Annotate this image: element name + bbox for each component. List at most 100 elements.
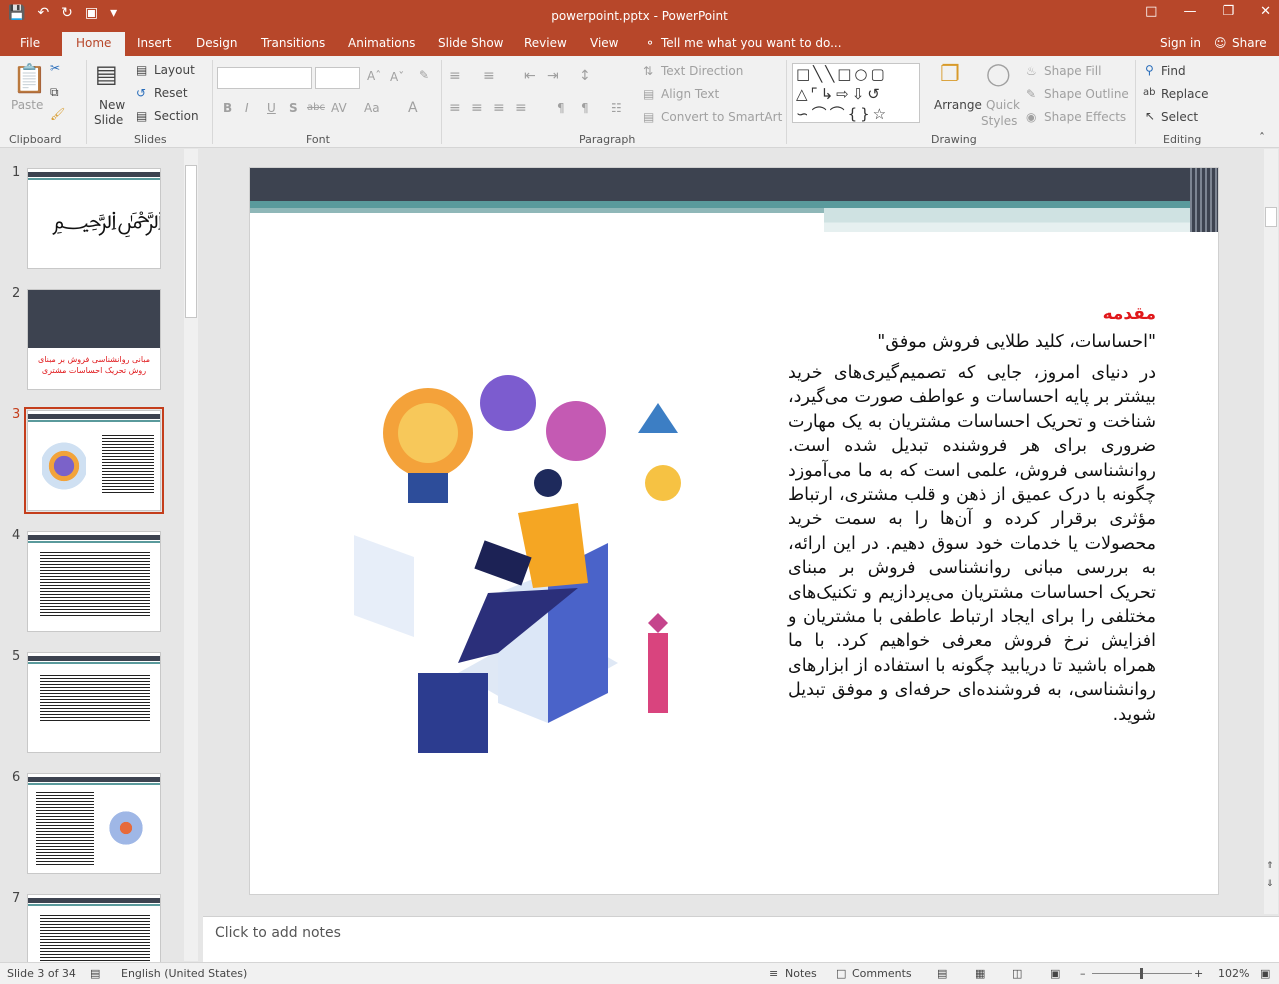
columns-icon[interactable]: ☷	[611, 101, 622, 115]
underline-button[interactable]: U	[267, 101, 276, 115]
tab-file[interactable]: File	[20, 36, 40, 50]
shape-fill-button[interactable]: Shape Fill	[1044, 64, 1101, 78]
slide-body-text[interactable]: در دنیای امروز، جایی که تصمیم‌گیری‌های خ…	[788, 361, 1156, 727]
format-painter-icon[interactable]: 🖌	[50, 107, 65, 121]
numbering-icon[interactable]: ≡	[483, 68, 495, 84]
clear-formatting-icon[interactable]: ✎	[419, 68, 429, 82]
comments-button[interactable]: Comments	[852, 967, 912, 980]
zoom-level[interactable]: 102%	[1218, 967, 1249, 980]
tab-animations[interactable]: Animations	[348, 36, 415, 50]
slide-thumbnail-1[interactable]: ﷽	[27, 168, 161, 269]
scroll-thumb[interactable]	[1265, 207, 1277, 227]
align-text-button[interactable]: Align Text	[661, 87, 719, 101]
notes-pane[interactable]: Click to add notes	[203, 916, 1279, 962]
align-left-icon[interactable]: ≡	[449, 100, 461, 116]
cut-icon[interactable]: ✂	[50, 61, 60, 75]
character-spacing-button[interactable]: AV	[331, 101, 347, 115]
quick-styles-dropdown[interactable]: Styles	[981, 114, 1017, 128]
slide-thumbnail-6[interactable]	[27, 773, 161, 874]
slide-sorter-icon[interactable]: ▦	[975, 967, 985, 980]
close-button[interactable]: ✕	[1260, 4, 1271, 19]
slide-scrollbar[interactable]: ⇑ ⇓	[1264, 149, 1278, 914]
zoom-out-button[interactable]: –	[1080, 967, 1086, 980]
shapes-gallery[interactable]: □╲╲□○▢ △⌜↳⇨⇩↺ ∽⌒⌒{}☆	[792, 63, 920, 123]
quick-styles-button[interactable]: Quick	[986, 98, 1020, 112]
sign-in-link[interactable]: Sign in	[1160, 36, 1201, 50]
select-button[interactable]: Select	[1161, 110, 1198, 124]
tab-review[interactable]: Review	[524, 36, 567, 50]
slideshow-icon[interactable]: ▣	[1050, 967, 1060, 980]
shape-outline-button[interactable]: Shape Outline	[1044, 87, 1129, 101]
convert-smartart-button[interactable]: Convert to SmartArt	[661, 110, 782, 124]
grow-font-icon[interactable]: Aˆ	[367, 69, 381, 83]
slide-thumbnail-3[interactable]	[24, 407, 164, 514]
ltr-icon[interactable]: ¶	[557, 101, 565, 115]
ribbon-display-icon[interactable]: □	[1145, 4, 1157, 19]
next-slide-icon[interactable]: ⇓	[1266, 879, 1274, 889]
slide-3[interactable]: مقدمه "احساسات، کلید طلایی فروش موفق" در…	[249, 167, 1219, 895]
section-button[interactable]: Section	[154, 109, 199, 123]
reading-view-icon[interactable]: ◫	[1012, 967, 1022, 980]
shape-effects-button[interactable]: Shape Effects	[1044, 110, 1126, 124]
reset-button[interactable]: Reset	[154, 86, 188, 100]
normal-view-icon[interactable]: ▤	[937, 967, 947, 980]
tab-slide-show[interactable]: Slide Show	[438, 36, 503, 50]
align-right-icon[interactable]: ≡	[493, 100, 505, 116]
slide-thumbnail-4[interactable]	[27, 531, 161, 632]
tab-home[interactable]: Home	[62, 32, 126, 56]
spellcheck-icon[interactable]: ▤	[90, 967, 100, 980]
font-color-button[interactable]: A	[408, 100, 418, 116]
layout-button[interactable]: Layout	[154, 63, 195, 77]
fit-to-window-icon[interactable]: ▣	[1260, 967, 1270, 980]
new-slide-button[interactable]: New	[99, 98, 125, 112]
zoom-in-button[interactable]: +	[1194, 967, 1203, 980]
paste-button[interactable]: Paste	[11, 98, 43, 112]
font-size-input[interactable]	[315, 67, 360, 89]
italic-button[interactable]: I	[245, 101, 249, 115]
notes-placeholder[interactable]: Click to add notes	[215, 925, 341, 941]
decrease-indent-icon[interactable]: ⇤	[524, 68, 536, 84]
share-button[interactable]: Share	[1232, 36, 1267, 50]
bullets-icon[interactable]: ≡	[449, 68, 461, 84]
slide-thumbnail-7[interactable]	[27, 894, 161, 964]
slide-thumbnail-2[interactable]: مبانی روانشناسی فروش بر مبنای روش تحریک …	[27, 289, 161, 390]
tell-me-search[interactable]: Tell me what you want to do...	[661, 36, 842, 50]
align-center-icon[interactable]: ≡	[471, 100, 483, 116]
shadow-button[interactable]: S	[289, 101, 298, 115]
restore-button[interactable]: ❐	[1222, 4, 1234, 19]
paste-icon[interactable]: 📋	[12, 62, 47, 95]
tab-view[interactable]: View	[590, 36, 618, 50]
font-group-label: Font	[306, 133, 330, 146]
copy-icon[interactable]: ⧉	[50, 85, 59, 100]
find-button[interactable]: Find	[1161, 64, 1186, 78]
shrink-font-icon[interactable]: Aˇ	[390, 70, 404, 84]
collapse-ribbon-icon[interactable]: ˆ	[1259, 131, 1265, 145]
previous-slide-icon[interactable]: ⇑	[1266, 861, 1274, 871]
replace-button[interactable]: Replace	[1161, 87, 1208, 101]
arrange-button[interactable]: Arrange	[934, 98, 982, 112]
notes-button[interactable]: Notes	[785, 967, 817, 980]
thumbnail-scrollbar[interactable]	[184, 149, 198, 961]
slide-thumbnail-5[interactable]	[27, 652, 161, 753]
minimize-button[interactable]: —	[1183, 4, 1196, 19]
slide-subtitle[interactable]: "احساسات، کلید طلایی فروش موفق"	[877, 332, 1156, 352]
change-case-button[interactable]: Aa	[364, 101, 380, 115]
justify-icon[interactable]: ≡	[515, 100, 527, 116]
tab-design[interactable]: Design	[196, 36, 237, 50]
font-name-input[interactable]	[217, 67, 312, 89]
increase-indent-icon[interactable]: ⇥	[547, 68, 559, 84]
rtl-icon[interactable]: ¶	[581, 101, 589, 115]
language-indicator[interactable]: English (United States)	[121, 967, 247, 980]
tab-insert[interactable]: Insert	[137, 36, 171, 50]
new-slide-dropdown[interactable]: Slide	[94, 113, 123, 127]
line-spacing-icon[interactable]: ↕	[579, 68, 591, 84]
strikethrough-button[interactable]: abc	[307, 102, 325, 113]
zoom-slider-thumb[interactable]	[1140, 968, 1143, 979]
bold-button[interactable]: B	[223, 101, 232, 115]
scroll-thumb[interactable]	[185, 165, 197, 318]
tab-transitions[interactable]: Transitions	[261, 36, 325, 50]
new-slide-icon[interactable]: ▤	[95, 60, 118, 88]
salesperson-illustration	[354, 375, 681, 753]
text-direction-button[interactable]: Text Direction	[661, 64, 743, 78]
slide-heading[interactable]: مقدمه	[1103, 304, 1156, 324]
